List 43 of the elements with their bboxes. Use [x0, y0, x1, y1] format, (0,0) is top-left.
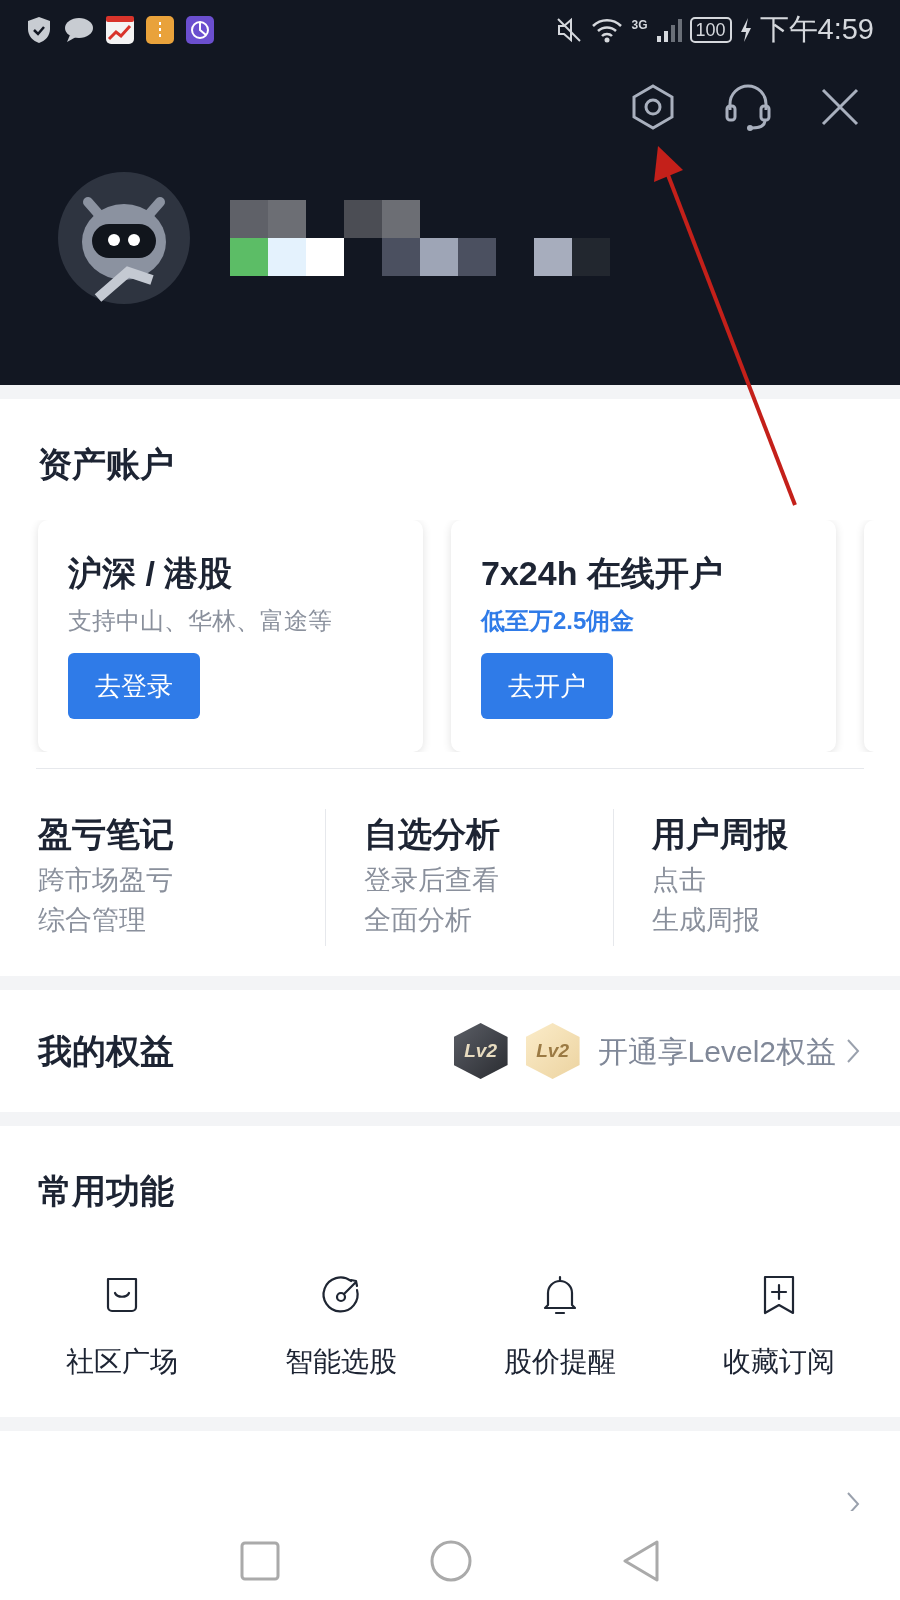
- feature-title[interactable]: 用户周报: [651, 809, 900, 860]
- shield-check-icon: [26, 16, 52, 44]
- network-label: 3G: [631, 17, 648, 35]
- feature-title[interactable]: 盈亏笔记: [38, 809, 326, 860]
- feature-description: 生成周报: [651, 904, 761, 937]
- card-title: 7x24h 在线开户: [481, 553, 724, 594]
- level-badge: Lv2: [525, 1023, 580, 1079]
- feature-description: 综合管理: [38, 904, 147, 937]
- signal-icon: [655, 16, 682, 44]
- chart-app-icon: [106, 16, 134, 44]
- folder-app-icon: [146, 16, 174, 44]
- function-label[interactable]: 智能选股: [284, 1341, 397, 1383]
- function-label[interactable]: 社区广场: [65, 1341, 178, 1383]
- section-title: 资产账户: [37, 444, 175, 485]
- card-button[interactable]: 去登录: [68, 653, 200, 719]
- account-card[interactable]: 7x24h 在线开户 低至万2.5佣金 去开户: [451, 520, 836, 752]
- feature-title[interactable]: 自选分析: [364, 809, 613, 860]
- function-label[interactable]: 股价提醒: [503, 1341, 616, 1383]
- level-badge: Lv2: [453, 1023, 508, 1079]
- card-title: 沪深 / 港股: [68, 553, 234, 594]
- card-subtitle: 低至万2.5佣金: [481, 606, 636, 636]
- account-card[interactable]: 沪深 / 港股 支持中山、华林、富途等 去登录: [38, 520, 423, 752]
- feature-description: 点击: [651, 864, 707, 897]
- battery-indicator: 100: [689, 17, 732, 43]
- wifi-icon: [591, 16, 624, 44]
- pie-chart-app-icon: [186, 16, 214, 44]
- feature-description: 登录后查看: [364, 864, 501, 897]
- card-button[interactable]: 去开户: [481, 653, 613, 719]
- upgrade-link[interactable]: 开通享Level2权益: [597, 1028, 836, 1074]
- feature-description: 全面分析: [364, 904, 474, 937]
- section-title: 我的权益: [38, 1030, 174, 1072]
- avatar-mascot-drawing[interactable]: [58, 172, 190, 304]
- chevron-right-icon: [846, 1491, 860, 1511]
- charging-icon: [739, 18, 752, 42]
- chat-bubble-icon: [64, 17, 94, 43]
- clock-time: 下午4:59: [759, 12, 874, 48]
- card-subtitle: 支持中山、华林、富途等: [68, 606, 333, 636]
- close-icon[interactable]: [820, 87, 860, 127]
- feature-description: 跨市场盈亏: [38, 864, 174, 897]
- section-title: 常用功能: [37, 1171, 175, 1212]
- chevron-right-icon: [846, 1038, 860, 1064]
- settings-icon[interactable]: [630, 83, 676, 131]
- function-label[interactable]: 收藏订阅: [722, 1341, 835, 1383]
